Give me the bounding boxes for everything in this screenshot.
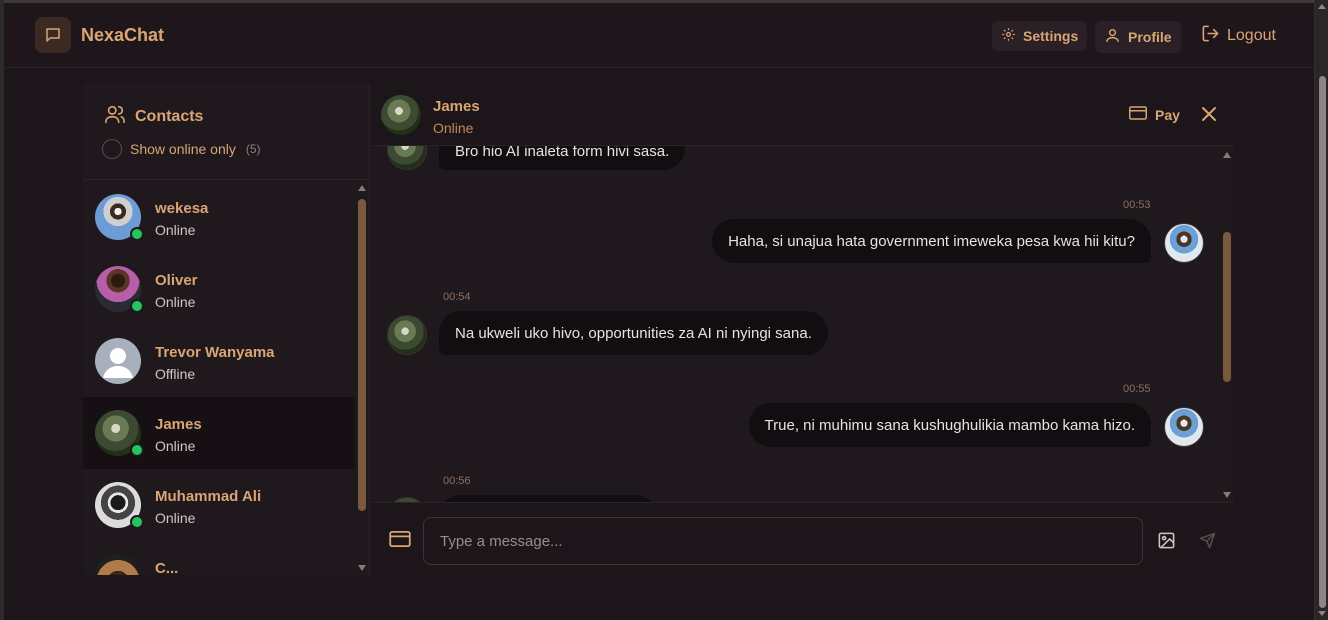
default-avatar-icon [95, 338, 141, 384]
contact-avatar[interactable] [381, 95, 421, 135]
chat-contact-name: James [433, 98, 480, 115]
contact-name: Oliver [155, 272, 198, 289]
message-time: 00:55 [1123, 383, 1151, 395]
send-icon[interactable] [1199, 532, 1216, 554]
image-upload-icon[interactable] [1157, 531, 1176, 555]
online-only-checkbox[interactable] [102, 139, 122, 159]
contact-status: Online [155, 510, 196, 526]
users-icon [104, 103, 126, 130]
message-time: 00:53 [1123, 199, 1151, 211]
online-status-dot [130, 515, 144, 529]
contacts-sidebar: Contacts Show online only (5) wekesa Onl… [83, 83, 370, 575]
my-avatar [1164, 223, 1204, 263]
online-status-dot [130, 443, 144, 457]
contact-status: Online [155, 222, 196, 238]
contact-list-scrollbar[interactable] [355, 181, 370, 575]
online-status-dot [130, 227, 144, 241]
scrollbar-thumb[interactable] [1223, 232, 1231, 382]
user-icon [1104, 27, 1121, 47]
app-header: NexaChat Settings Profile Logout [4, 3, 1314, 68]
contact-name: Muhammad Ali [155, 488, 262, 505]
message-bubble: True, ni muhimu sana kushughulikia mambo… [748, 403, 1151, 447]
contacts-title-text: Contacts [135, 107, 204, 125]
contacts-header: Contacts Show online only (5) [83, 83, 370, 180]
contact-avatar [387, 315, 427, 355]
scroll-up-arrow-icon[interactable] [1223, 152, 1231, 158]
message-bubble: Na ukweli uko hivo, opportunities za AI … [439, 311, 828, 355]
settings-label: Settings [1023, 28, 1079, 44]
contact-avatar [387, 146, 427, 170]
my-avatar [1164, 407, 1204, 447]
contact-name: James [155, 416, 202, 433]
payment-card-icon[interactable] [389, 531, 411, 552]
contact-item-oliver[interactable]: Oliver Online [83, 253, 355, 325]
gear-icon [1001, 27, 1016, 45]
contact-item-trevor-wanyama[interactable]: Trevor Wanyama Offline [83, 325, 355, 397]
message-time: 00:54 [443, 291, 471, 303]
message-bubble: Haha, si unajua hata government imeweka … [712, 219, 1151, 263]
scroll-down-arrow-icon[interactable] [358, 565, 366, 571]
message-composer [371, 502, 1233, 575]
settings-button[interactable]: Settings [992, 21, 1088, 51]
logout-button[interactable]: Logout [1197, 21, 1280, 51]
close-icon[interactable] [1201, 106, 1217, 122]
scroll-down-arrow-icon[interactable] [1318, 611, 1326, 616]
scrollbar-thumb[interactable] [358, 199, 366, 511]
contact-item-wekesa[interactable]: wekesa Online [83, 181, 355, 253]
avatar [95, 554, 141, 575]
scrollbar-thumb[interactable] [1319, 76, 1326, 608]
profile-label: Profile [1128, 29, 1172, 45]
message-time: 00:56 [443, 475, 471, 487]
scroll-up-arrow-icon[interactable] [358, 185, 366, 191]
message-input[interactable] [423, 517, 1143, 565]
scroll-down-arrow-icon[interactable] [1223, 492, 1231, 498]
brand-name[interactable]: NexaChat [81, 25, 164, 46]
message-bubble [439, 495, 657, 502]
pay-button[interactable]: Pay [1129, 106, 1180, 123]
chat-header: James Online Pay [371, 83, 1233, 146]
message-list: Bro hio AI inaleta form hivi sasa. 00:53… [371, 146, 1233, 502]
contact-status: Online [155, 294, 196, 310]
online-count: (5) [245, 142, 261, 156]
logout-label: Logout [1227, 27, 1276, 44]
pay-label: Pay [1155, 106, 1180, 123]
chat-panel: James Online Pay Bro hio AI inaleta form… [371, 83, 1233, 575]
profile-button[interactable]: Profile [1095, 21, 1181, 53]
online-only-toggle[interactable]: Show online only (5) [102, 139, 261, 159]
contact-item-partial[interactable]: C... [83, 541, 355, 575]
chat-bubble-logo-icon[interactable] [35, 17, 71, 53]
contact-list: wekesa Online Oliver Online Trevor Wanya… [83, 181, 370, 575]
contact-name: Trevor Wanyama [155, 344, 275, 361]
contact-status: Online [155, 438, 196, 454]
page-scrollbar[interactable] [1314, 0, 1328, 620]
online-only-label: Show online only [130, 141, 236, 157]
online-status-dot [130, 299, 144, 313]
contact-name: wekesa [155, 200, 209, 217]
logout-icon [1201, 24, 1220, 48]
message-bubble: Bro hio AI inaleta form hivi sasa. [439, 146, 686, 170]
scroll-up-arrow-icon[interactable] [1318, 4, 1326, 9]
contact-item-muhammad-ali[interactable]: Muhammad Ali Online [83, 469, 355, 541]
credit-card-icon [1129, 106, 1147, 123]
chat-contact-status: Online [433, 120, 474, 136]
contact-status: Offline [155, 366, 196, 382]
window-frame-left [0, 0, 4, 620]
contact-name: C... [155, 560, 179, 575]
contact-item-james[interactable]: James Online [83, 397, 355, 469]
contacts-title: Contacts [104, 103, 203, 130]
